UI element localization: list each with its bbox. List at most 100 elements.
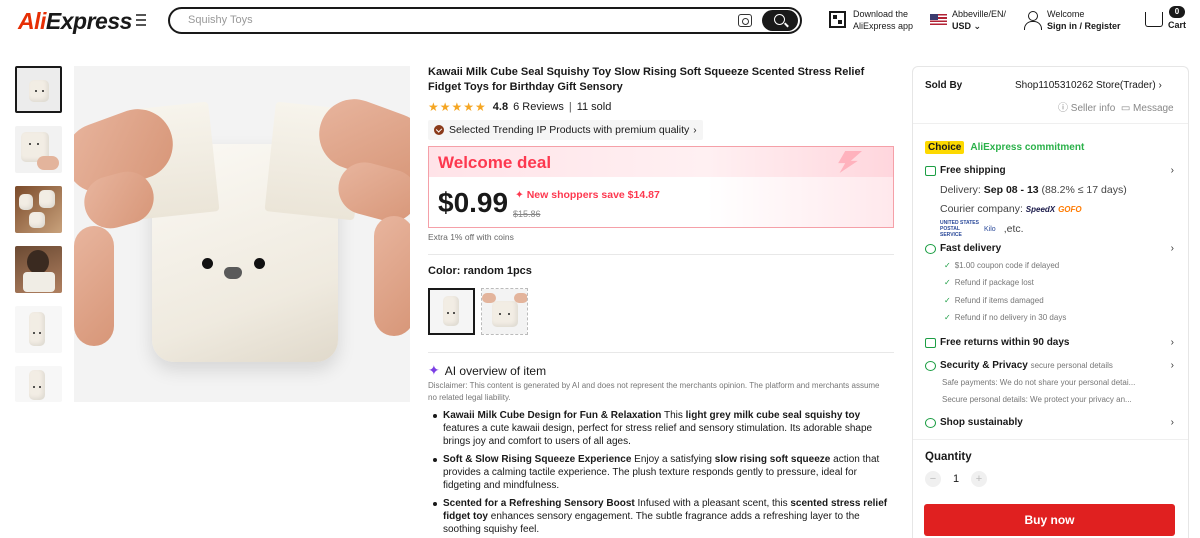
search-bar[interactable]: Squishy Toys xyxy=(168,7,802,34)
welcome-deal-box: Welcome deal $0.99 ✦ New shoppers save $… xyxy=(428,146,894,228)
quantity-value[interactable]: 1 xyxy=(941,473,971,485)
verified-icon xyxy=(434,125,444,135)
color-swatch-selected[interactable] xyxy=(428,288,475,335)
rating-row: ★★★★★ 4.8 6 Reviews | 11 sold xyxy=(428,100,612,114)
original-price: $15.86 xyxy=(513,209,541,219)
seller-links: ⓘ Seller info ▭ Message xyxy=(1058,99,1174,114)
savings-text: ✦ New shoppers save $14.87 xyxy=(515,189,660,201)
security-detail: Secure personal details: We protect your… xyxy=(942,395,1132,404)
message-link[interactable]: Message xyxy=(1133,103,1174,114)
fast-delivery-row[interactable]: Fast delivery xyxy=(925,243,1001,254)
shield-icon xyxy=(925,360,936,371)
menu-icon[interactable] xyxy=(136,14,148,28)
store-name-link[interactable]: Shop1105310262 Store(Trader) › xyxy=(1015,80,1162,91)
divider xyxy=(913,123,1188,124)
buy-now-button[interactable]: Buy now xyxy=(924,504,1175,536)
delivery-estimate: Delivery: Sep 08 - 13 (88.2% ≤ 17 days) xyxy=(940,184,1127,196)
quantity-label: Quantity xyxy=(925,451,972,463)
star-rating-icon: ★★★★★ xyxy=(428,100,487,114)
commitment-label: AliExpress commitment xyxy=(970,141,1085,153)
chevron-right-icon[interactable]: › xyxy=(1171,360,1174,371)
fast-delivery-benefit: Refund if package lost xyxy=(944,278,1034,287)
gallery-thumbnail[interactable] xyxy=(15,246,62,293)
list-item: Kawaii Milk Cube Design for Fun & Relaxa… xyxy=(428,409,894,448)
color-label: Color: random 1pcs xyxy=(428,265,532,277)
courier-logos: UNITED STATES POSTAL SERVICE Kilo ,etc. xyxy=(940,220,1024,238)
chevron-right-icon[interactable]: › xyxy=(1171,337,1174,348)
image-search-icon[interactable] xyxy=(738,14,752,27)
cart-count-badge: 0 xyxy=(1169,6,1185,18)
kilo-logo: Kilo xyxy=(984,225,996,233)
chevron-down-icon: ⌄ xyxy=(973,21,982,31)
seller-info-link[interactable]: Seller info xyxy=(1071,103,1115,114)
fast-delivery-benefit: $1.00 coupon code if delayed xyxy=(944,261,1060,270)
sustainability-row[interactable]: Shop sustainably xyxy=(925,417,1023,428)
gallery-thumbnail[interactable] xyxy=(15,306,62,353)
free-shipping-row[interactable]: Free shipping xyxy=(925,165,1006,176)
coins-note: Extra 1% off with coins xyxy=(428,232,514,242)
quantity-stepper[interactable]: − 1 + xyxy=(925,471,987,487)
cart-label[interactable]: Cart xyxy=(1168,20,1186,30)
gallery-thumbnail[interactable] xyxy=(15,186,62,233)
sold-count: 11 sold xyxy=(576,101,612,113)
gallery-thumbnail[interactable] xyxy=(15,366,62,402)
chevron-right-icon[interactable]: › xyxy=(1171,417,1174,428)
ai-bullet-list: Kawaii Milk Cube Design for Fun & Relaxa… xyxy=(428,409,894,538)
chevron-right-icon: › xyxy=(693,124,697,136)
sold-by-label: Sold By xyxy=(925,80,963,91)
chevron-right-icon[interactable]: › xyxy=(1171,243,1174,254)
decrease-quantity-button[interactable]: − xyxy=(925,471,941,487)
leaf-icon xyxy=(925,417,936,428)
cart-icon[interactable] xyxy=(1145,12,1163,27)
product-title: Kawaii Milk Cube Seal Squishy Toy Slow R… xyxy=(428,66,865,93)
color-swatch[interactable] xyxy=(481,288,528,335)
search-button[interactable] xyxy=(762,10,798,31)
gofo-logo: GOFO xyxy=(1058,205,1082,214)
security-row[interactable]: Security & Privacy secure personal detai… xyxy=(925,360,1113,371)
truck-icon xyxy=(925,165,936,176)
courier-label: Courier company: SpeedX GOFO xyxy=(940,203,1082,215)
return-icon xyxy=(925,337,936,348)
list-item: Scented for a Refreshing Sensory Boost I… xyxy=(428,497,894,536)
message-icon: ▭ xyxy=(1120,103,1131,114)
main-product-image[interactable] xyxy=(74,66,410,402)
search-input[interactable]: Squishy Toys xyxy=(188,14,253,26)
gallery-thumbnail[interactable] xyxy=(15,126,62,173)
chevron-right-icon: › xyxy=(1158,80,1162,91)
divider xyxy=(428,352,894,353)
security-detail: Safe payments: We do not share your pers… xyxy=(942,378,1136,387)
download-app-link[interactable]: Download the AliExpress app xyxy=(853,8,913,32)
fast-delivery-benefit: Refund if items damaged xyxy=(944,296,1044,305)
free-returns-row[interactable]: Free returns within 90 days xyxy=(925,337,1070,348)
gallery-thumbnail[interactable] xyxy=(15,66,62,113)
aliexpress-logo[interactable]: AliExpress xyxy=(18,8,132,35)
account-menu[interactable]: Welcome Sign in / Register xyxy=(1047,8,1121,32)
deal-title: Welcome deal xyxy=(438,153,552,172)
us-flag-icon xyxy=(930,14,947,25)
user-icon[interactable] xyxy=(1023,11,1042,30)
locale-selector[interactable]: Abbeville/EN/ USD ⌄ xyxy=(952,8,1006,32)
info-icon: ⓘ xyxy=(1058,103,1068,114)
list-item: Soft & Slow Rising Squeeze Experience En… xyxy=(428,453,894,492)
chevron-right-icon[interactable]: › xyxy=(1171,165,1174,176)
trending-badge[interactable]: Selected Trending IP Products with premi… xyxy=(428,120,703,140)
divider xyxy=(913,439,1188,440)
top-header: AliExpress Squishy Toys Download the Ali… xyxy=(0,0,1200,44)
usps-logo: UNITED STATES POSTAL SERVICE xyxy=(940,220,979,238)
commitment-header: Choice AliExpress commitment xyxy=(925,139,1084,155)
ai-overview-heading: ✦ AI overview of item xyxy=(428,362,547,378)
purchase-panel: Sold By Shop1105310262 Store(Trader) › ⓘ… xyxy=(912,66,1189,538)
fast-delivery-benefit: Refund if no delivery in 30 days xyxy=(944,313,1067,322)
rating-value: 4.8 xyxy=(492,101,509,113)
increase-quantity-button[interactable]: + xyxy=(971,471,987,487)
choice-badge: Choice xyxy=(925,140,965,154)
clock-icon xyxy=(925,243,936,254)
speedx-logo: SpeedX xyxy=(1025,205,1056,214)
current-price: $0.99 xyxy=(438,187,509,218)
ai-disclaimer: Disclaimer: This content is generated by… xyxy=(428,381,880,402)
reviews-link[interactable]: 6 Reviews xyxy=(513,101,564,113)
tag-icon: ✦ xyxy=(515,189,527,201)
divider xyxy=(428,254,894,255)
sparkle-icon: ✦ xyxy=(428,362,440,378)
qr-code-icon[interactable] xyxy=(829,11,846,28)
